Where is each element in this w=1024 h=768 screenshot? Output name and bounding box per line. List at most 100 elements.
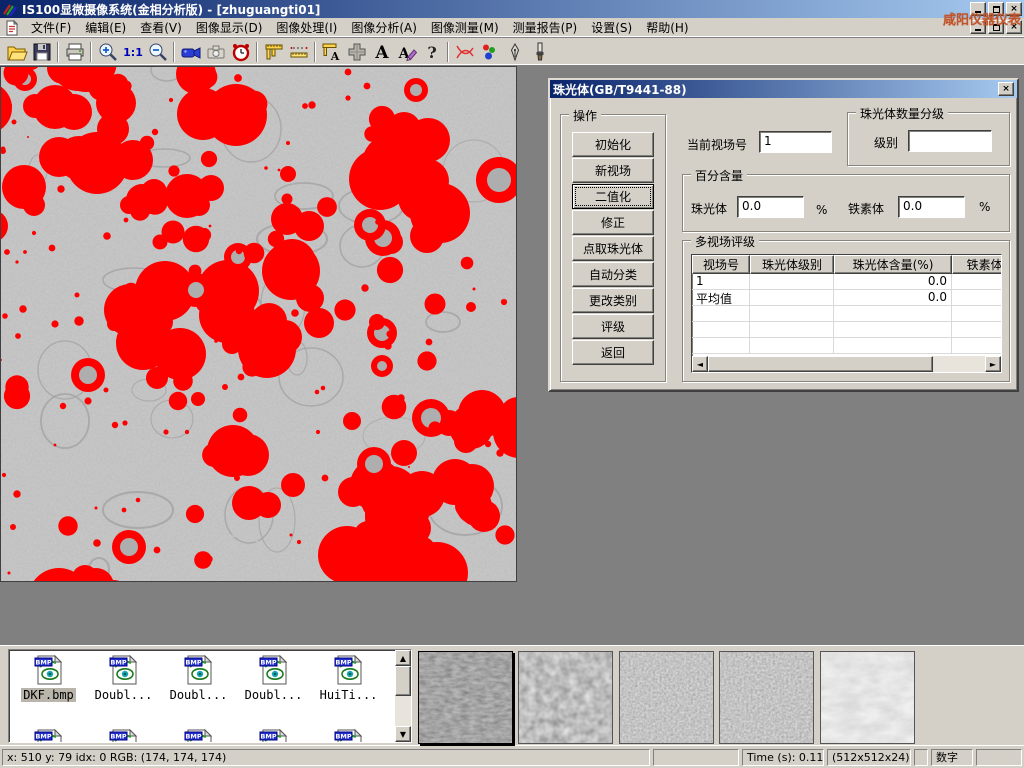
cell-content: 0.0 bbox=[834, 274, 952, 290]
minimize-icon bbox=[975, 29, 981, 31]
dialog-title-bar[interactable]: 珠光体(GB/T9441-88) × bbox=[550, 80, 1017, 98]
svg-text:?: ? bbox=[427, 43, 436, 62]
table-hscrollbar[interactable]: ◄ ► bbox=[692, 356, 1001, 372]
ferrite-percent-input[interactable]: 0.0 bbox=[898, 196, 965, 218]
percent-group-label: 百分含量 bbox=[691, 167, 747, 184]
curve-tool-button[interactable] bbox=[452, 40, 477, 64]
classify-button[interactable] bbox=[477, 40, 502, 64]
toolbar-separator bbox=[256, 42, 258, 62]
vendor-watermark: 咸阳仪器仪表 bbox=[943, 9, 1021, 28]
file-name[interactable]: Doubl... bbox=[243, 688, 305, 702]
bmp-file-icon bbox=[183, 654, 215, 686]
pen-tool-button[interactable] bbox=[502, 40, 527, 64]
thumbnail-2[interactable] bbox=[518, 651, 613, 744]
file-item[interactable]: HuiTi... bbox=[311, 654, 386, 702]
dialog-close-button[interactable]: × bbox=[998, 82, 1014, 96]
rate-button[interactable]: 评级 bbox=[572, 314, 654, 339]
rating-table[interactable]: 视场号 珠光体级别 珠光体含量(%) 铁素体含量(%) 1 0.0 平均值 bbox=[691, 254, 1002, 373]
vscroll-thumb[interactable] bbox=[395, 666, 411, 696]
actual-size-button[interactable]: 1:1 bbox=[120, 40, 145, 64]
file-vscrollbar[interactable]: ▲ ▼ bbox=[395, 650, 411, 742]
correct-button[interactable]: 修正 bbox=[572, 210, 654, 235]
cursor-position-status: x: 510 y: 79 idx: 0 RGB: (174, 174, 174) bbox=[2, 749, 650, 766]
print-button[interactable] bbox=[62, 40, 87, 64]
file-item[interactable] bbox=[11, 728, 86, 743]
actual-size-icon: 1:1 bbox=[122, 41, 144, 63]
table-row[interactable]: 平均值 0.0 bbox=[692, 290, 1001, 306]
menu-edit[interactable]: 编辑(E) bbox=[78, 17, 133, 38]
col-field-no[interactable]: 视场号 bbox=[692, 255, 750, 274]
menu-image-analysis[interactable]: 图像分析(A) bbox=[344, 17, 424, 38]
menu-view[interactable]: 查看(V) bbox=[133, 17, 189, 38]
scroll-left-icon[interactable]: ◄ bbox=[692, 356, 708, 372]
file-item[interactable]: Doubl... bbox=[86, 654, 161, 702]
save-button[interactable] bbox=[29, 40, 54, 64]
thumbnail-4[interactable] bbox=[719, 651, 814, 744]
timer-button[interactable] bbox=[228, 40, 253, 64]
video-capture-button[interactable] bbox=[178, 40, 203, 64]
new-field-button[interactable]: 新视场 bbox=[572, 158, 654, 183]
title-bar[interactable]: IS100显微摄像系统(金相分析版) - [zhuguangti01] × bbox=[0, 0, 1024, 18]
file-item[interactable] bbox=[86, 728, 161, 743]
file-item[interactable]: DKF.bmp bbox=[11, 654, 86, 702]
menu-image-measure[interactable]: 图像测量(M) bbox=[424, 17, 506, 38]
col-pearlite-grade[interactable]: 珠光体级别 bbox=[750, 255, 834, 274]
pick-pearlite-button[interactable]: 点取珠光体 bbox=[572, 236, 654, 261]
binarize-button[interactable]: 二值化 bbox=[572, 184, 654, 209]
change-class-button[interactable]: 更改类别 bbox=[572, 288, 654, 313]
scroll-right-icon[interactable]: ► bbox=[985, 356, 1001, 372]
file-name[interactable]: HuiTi... bbox=[318, 688, 380, 702]
menu-image-process[interactable]: 图像处理(I) bbox=[269, 17, 344, 38]
thumbnail-5[interactable] bbox=[820, 651, 915, 744]
cell-ferrite bbox=[952, 290, 1002, 306]
app-logo-icon bbox=[2, 2, 18, 16]
menu-settings[interactable]: 设置(S) bbox=[584, 17, 639, 38]
open-button[interactable] bbox=[4, 40, 29, 64]
thumbnail-1[interactable] bbox=[418, 651, 513, 744]
file-item[interactable] bbox=[161, 728, 236, 743]
pearlite-percent-input[interactable]: 0.0 bbox=[737, 196, 804, 218]
grade-input[interactable] bbox=[908, 130, 992, 152]
file-name[interactable]: Doubl... bbox=[93, 688, 155, 702]
menu-image-display[interactable]: 图像显示(D) bbox=[189, 17, 270, 38]
ruler-measure-button[interactable] bbox=[286, 40, 311, 64]
menu-report[interactable]: 测量报告(P) bbox=[506, 17, 585, 38]
current-field-label: 当前视场号 bbox=[687, 136, 747, 153]
scroll-down-icon[interactable]: ▼ bbox=[395, 726, 411, 742]
text-tool-button[interactable]: A bbox=[369, 40, 394, 64]
auto-classify-button[interactable]: 自动分类 bbox=[572, 262, 654, 287]
table-row-empty bbox=[692, 338, 1001, 354]
zoom-out-button[interactable] bbox=[145, 40, 170, 64]
initialize-button[interactable]: 初始化 bbox=[572, 132, 654, 157]
table-row[interactable]: 1 0.0 bbox=[692, 274, 1001, 290]
return-button[interactable]: 返回 bbox=[572, 340, 654, 365]
file-item[interactable] bbox=[236, 728, 311, 743]
metallograph-image[interactable] bbox=[0, 66, 517, 582]
caliper-measure-button[interactable] bbox=[261, 40, 286, 64]
brush-tool-button[interactable] bbox=[527, 40, 552, 64]
col-pearlite-content[interactable]: 珠光体含量(%) bbox=[834, 255, 952, 274]
col-ferrite-content[interactable]: 铁素体含量(%) bbox=[952, 255, 1002, 274]
toolbar-separator bbox=[447, 42, 449, 62]
annotate-tool-button[interactable]: A bbox=[394, 40, 419, 64]
zoom-in-button[interactable] bbox=[95, 40, 120, 64]
file-item[interactable] bbox=[311, 728, 386, 743]
help-button[interactable]: ? bbox=[419, 40, 444, 64]
caliper-label-button[interactable]: A bbox=[319, 40, 344, 64]
file-name[interactable]: Doubl... bbox=[168, 688, 230, 702]
hscroll-thumb[interactable] bbox=[708, 356, 933, 372]
photo-capture-button[interactable] bbox=[203, 40, 228, 64]
current-field-input[interactable]: 1 bbox=[759, 131, 832, 153]
thumbnail-3[interactable] bbox=[619, 651, 714, 744]
grid-tool-button[interactable] bbox=[344, 40, 369, 64]
scroll-up-icon[interactable]: ▲ bbox=[395, 650, 411, 666]
file-browser[interactable]: DKF.bmp Doubl... Doubl... Doubl... HuiTi… bbox=[8, 649, 412, 743]
file-item[interactable]: Doubl... bbox=[161, 654, 236, 702]
menu-help[interactable]: 帮助(H) bbox=[639, 17, 695, 38]
document-icon[interactable] bbox=[4, 20, 20, 36]
file-name[interactable]: DKF.bmp bbox=[21, 688, 76, 702]
svg-text:A: A bbox=[329, 50, 339, 63]
menu-file[interactable]: 文件(F) bbox=[24, 17, 78, 38]
file-item[interactable]: Doubl... bbox=[236, 654, 311, 702]
ferrite-label: 铁素体 bbox=[848, 200, 884, 217]
